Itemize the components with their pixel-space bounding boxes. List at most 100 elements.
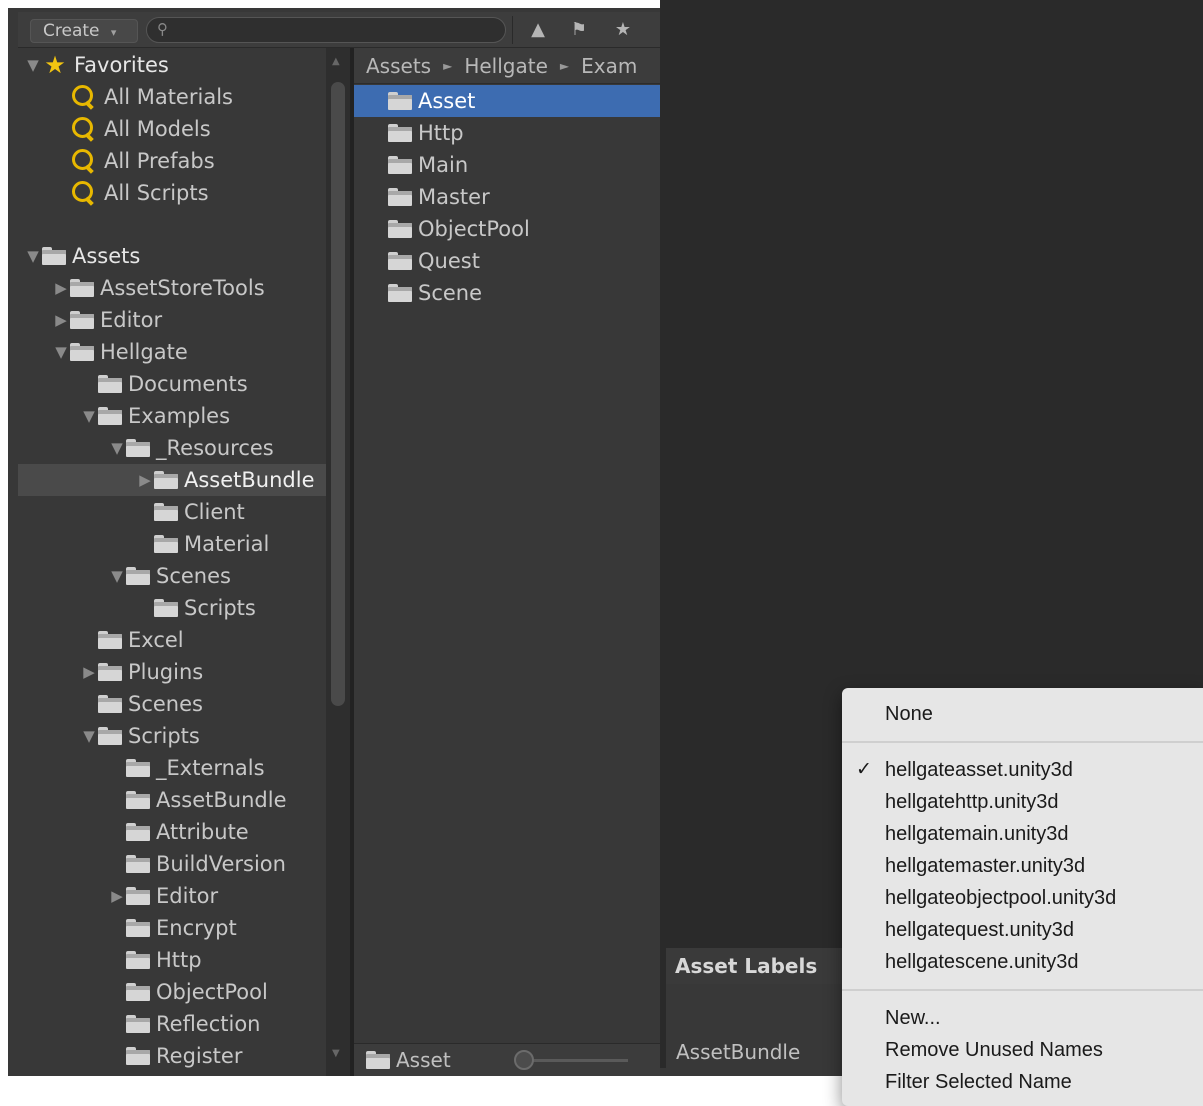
tree-item[interactable]: Attribute: [108, 816, 249, 848]
folder-item-label: Main: [418, 153, 469, 177]
triangle-down-icon[interactable]: ▼: [52, 343, 70, 361]
triangle-down-icon[interactable]: ▼: [80, 407, 98, 425]
tree-item[interactable]: Excel: [80, 624, 184, 656]
tree-item[interactable]: Client: [136, 496, 245, 528]
folder-item[interactable]: Master: [354, 181, 660, 213]
folder-icon: [126, 823, 150, 841]
tree-item[interactable]: ▶ Editor: [108, 880, 218, 912]
tree-item[interactable]: ▶ Plugins: [80, 656, 203, 688]
triangle-down-icon[interactable]: ▼: [24, 56, 42, 74]
tree-item-label: Excel: [128, 628, 184, 652]
folder-item[interactable]: Quest: [354, 245, 660, 277]
menu-item-bundle[interactable]: hellgatemain.unity3d: [842, 818, 1203, 850]
menu-item-bundle[interactable]: hellgatescene.unity3d: [842, 946, 1203, 978]
create-button[interactable]: Create ▾: [30, 19, 138, 43]
tree-item[interactable]: Scenes: [80, 688, 203, 720]
triangle-right-icon[interactable]: ▶: [52, 311, 70, 329]
triangle-right-icon[interactable]: ▶: [108, 887, 126, 905]
folder-contents-panel[interactable]: Assets ► Hellgate ► Exam Asset Http Main Ma…: [354, 48, 660, 1043]
filter-by-type-icon[interactable]: ▲: [523, 18, 553, 42]
tree-item[interactable]: ▼ Scenes: [108, 560, 231, 592]
menu-separator: [842, 989, 1203, 991]
tree-item[interactable]: Reflection: [108, 1008, 261, 1040]
tree-item[interactable]: ▼ Scripts: [80, 720, 200, 752]
tree-item[interactable]: AssetBundle: [108, 784, 287, 816]
tree-item[interactable]: BuildVersion: [108, 848, 286, 880]
tree-item[interactable]: _Externals: [108, 752, 265, 784]
tree-item[interactable]: ▼ Examples: [80, 400, 230, 432]
scroll-down-icon[interactable]: ▼: [332, 1048, 340, 1059]
selection-footer: Asset: [354, 1043, 660, 1076]
favorites-header[interactable]: ▼ ★ Favorites: [24, 49, 169, 81]
filter-by-label-icon[interactable]: ⚑: [564, 18, 594, 42]
tree-item-label: Register: [156, 1044, 243, 1068]
tree-item-label: Http: [156, 948, 202, 972]
tree-item[interactable]: Material: [136, 528, 269, 560]
folder-item[interactable]: ObjectPool: [354, 213, 660, 245]
tree-item[interactable]: ▶ Editor: [52, 304, 162, 336]
project-tree-panel[interactable]: ▼ ★ Favorites All Materials All Models All…: [18, 48, 326, 1076]
menu-item-action[interactable]: Filter Selected Name: [842, 1066, 1203, 1098]
menu-item-label: hellgateasset.unity3d: [885, 759, 1073, 781]
menu-item-bundle[interactable]: ✓ hellgateasset.unity3d: [842, 754, 1203, 786]
folder-item[interactable]: Main: [354, 149, 660, 181]
folder-item-label: ObjectPool: [418, 217, 530, 241]
favorite-item[interactable]: All Models: [70, 113, 211, 145]
assets-root[interactable]: ▼ Assets: [24, 240, 140, 272]
tree-item[interactable]: Register: [108, 1040, 242, 1072]
menu-item-bundle[interactable]: hellgatemaster.unity3d: [842, 850, 1203, 882]
triangle-right-icon[interactable]: ▶: [80, 663, 98, 681]
tree-item[interactable]: Http: [108, 944, 202, 976]
tree-item[interactable]: ▶ AssetBundle: [136, 464, 314, 496]
tree-item[interactable]: ▼ Hellgate: [52, 336, 188, 368]
slider-knob[interactable]: [514, 1050, 534, 1070]
icon-size-slider[interactable]: [524, 1059, 628, 1062]
tree-item-label: Examples: [128, 404, 231, 428]
folder-icon: [126, 855, 150, 873]
breadcrumb-item[interactable]: Assets: [366, 54, 431, 78]
breadcrumb-item[interactable]: Hellgate: [464, 54, 548, 78]
scroll-up-icon[interactable]: ▲: [332, 56, 340, 67]
folder-icon: [42, 247, 66, 265]
triangle-right-icon[interactable]: ▶: [52, 279, 70, 297]
folder-icon: [98, 631, 122, 649]
folder-item[interactable]: Asset: [354, 85, 660, 117]
menu-item-bundle[interactable]: hellgateobjectpool.unity3d: [842, 882, 1203, 914]
menu-item-action[interactable]: Remove Unused Names: [842, 1034, 1203, 1066]
breadcrumb-item[interactable]: Exam: [581, 54, 637, 78]
menu-item-bundle[interactable]: hellgatequest.unity3d: [842, 914, 1203, 946]
menu-item-action[interactable]: New...: [842, 1002, 1203, 1034]
menu-item-label: None: [885, 703, 933, 725]
menu-item-label: hellgatequest.unity3d: [885, 919, 1075, 941]
scrollbar-thumb[interactable]: [331, 82, 345, 706]
folder-item[interactable]: Http: [354, 117, 660, 149]
menu-item-none[interactable]: None: [842, 698, 1203, 730]
favorite-item[interactable]: All Scripts: [70, 177, 209, 209]
tree-scrollbar[interactable]: ▲ ▼: [326, 48, 350, 1076]
favorite-icon[interactable]: ★: [608, 18, 638, 42]
search-input[interactable]: ⚲: [146, 17, 506, 43]
folder-item-label: Master: [418, 185, 490, 209]
triangle-right-icon[interactable]: ▶: [136, 471, 154, 489]
triangle-down-icon[interactable]: ▼: [80, 727, 98, 745]
tree-item[interactable]: Scripts: [136, 592, 256, 624]
tree-item[interactable]: ▼ _Resources: [108, 432, 274, 464]
triangle-down-icon[interactable]: ▼: [24, 247, 42, 265]
tree-item[interactable]: ▶ AssetStoreTools: [52, 272, 264, 304]
project-toolbar: Create ▾ ⚲ ▲ ⚑ ★: [18, 12, 660, 48]
assetbundle-label: AssetBundle: [676, 1040, 801, 1064]
favorite-item[interactable]: All Materials: [70, 81, 233, 113]
tree-item[interactable]: Encrypt: [108, 912, 237, 944]
triangle-down-icon[interactable]: ▼: [108, 567, 126, 585]
favorite-item[interactable]: All Prefabs: [70, 145, 215, 177]
tree-item[interactable]: Documents: [80, 368, 248, 400]
tree-item-label: _Externals: [156, 756, 265, 780]
breadcrumb: Assets ► Hellgate ► Exam: [354, 48, 660, 84]
menu-item-bundle[interactable]: hellgatehttp.unity3d: [842, 786, 1203, 818]
folder-item[interactable]: Scene: [354, 277, 660, 309]
triangle-down-icon[interactable]: ▼: [108, 439, 126, 457]
tree-item-label: Editor: [100, 308, 163, 332]
tree-item[interactable]: ObjectPool: [108, 976, 268, 1008]
tree-item-label: Scripts: [128, 724, 200, 748]
folder-icon: [98, 375, 122, 393]
